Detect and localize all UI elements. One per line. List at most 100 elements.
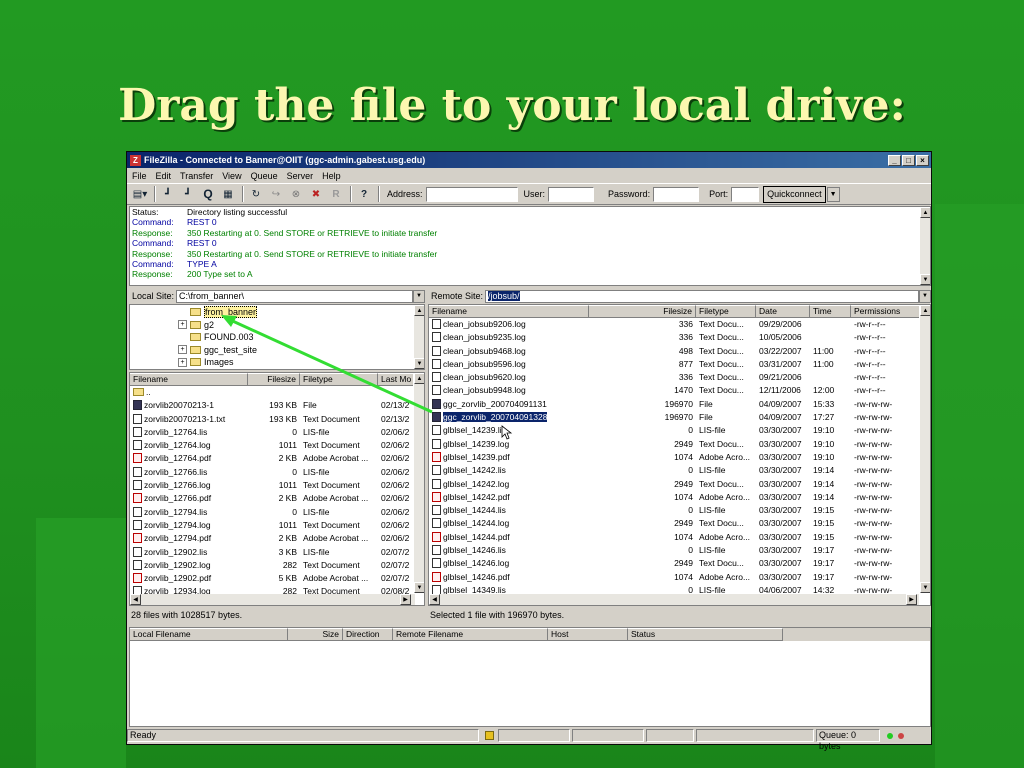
- help-icon[interactable]: ?: [355, 185, 373, 203]
- expand-icon[interactable]: +: [178, 320, 187, 330]
- port-input[interactable]: [731, 186, 760, 202]
- scroll-right-icon[interactable]: ▶: [400, 594, 411, 605]
- minimize-button[interactable]: _: [888, 154, 901, 166]
- column-filetype[interactable]: Filetype: [300, 373, 378, 386]
- maximize-button[interactable]: □: [902, 154, 915, 166]
- tree-item[interactable]: from_banner: [178, 306, 424, 319]
- remote-path-input[interactable]: /jobsub/: [485, 289, 919, 303]
- table-row[interactable]: zorvlib_12766.lis 0 LIS-file 02/06/2: [130, 466, 424, 479]
- column-size[interactable]: Size: [288, 628, 343, 641]
- column-direction[interactable]: Direction: [343, 628, 393, 641]
- table-row[interactable]: clean_jobsub9206.log 336 Text Docu... 09/29…: [429, 318, 930, 331]
- column-date[interactable]: Date: [756, 305, 810, 318]
- local-path-input[interactable]: C:\from_banner\: [176, 289, 413, 303]
- refresh-icon[interactable]: ↻: [247, 185, 265, 203]
- remote-path-dropdown-icon[interactable]: ▼: [919, 289, 931, 303]
- menu-file[interactable]: File: [132, 171, 147, 181]
- tree-item[interactable]: + g2: [178, 319, 424, 332]
- password-input[interactable]: [653, 186, 700, 202]
- toggle-remote-tree-icon[interactable]: ┛: [179, 185, 197, 203]
- scroll-up-icon[interactable]: ▲: [920, 207, 930, 218]
- remote-list-hscrollbar[interactable]: ◀ ▶: [429, 594, 919, 605]
- column-status[interactable]: Status: [628, 628, 783, 641]
- table-row[interactable]: zorvlib_12902.pdf 5 KB Adobe Acrobat ... 02…: [130, 572, 424, 585]
- table-row[interactable]: glblsel_14246.pdf 1074 Adobe Acro... 03/30/…: [429, 571, 930, 584]
- table-row[interactable]: zorvlib20070213-1 193 KB File 02/13/2: [130, 399, 424, 412]
- table-row[interactable]: zorvlib_12794.pdf 2 KB Adobe Acrobat ... 02…: [130, 532, 424, 545]
- table-row[interactable]: glblsel_14244.lis 0 LIS-file 03/30/2007 19:1…: [429, 504, 930, 517]
- table-row[interactable]: clean_jobsub9596.log 877 Text Docu... 03/31…: [429, 358, 930, 371]
- scroll-down-icon[interactable]: ▼: [414, 358, 424, 369]
- menu-edit[interactable]: Edit: [156, 171, 172, 181]
- table-row[interactable]: zorvlib_12794.log 1011 Text Document 02/06/…: [130, 519, 424, 532]
- local-list-scrollbar[interactable]: ▲ ▼: [413, 373, 424, 593]
- column-filename[interactable]: Filename: [130, 373, 248, 386]
- column-filetype[interactable]: Filetype: [696, 305, 756, 318]
- table-row[interactable]: glblsel_14239.log 2949 Text Docu... 03/30/2…: [429, 438, 930, 451]
- user-input[interactable]: [548, 186, 595, 202]
- expand-icon[interactable]: +: [178, 357, 187, 367]
- table-row[interactable]: zorvlib20070213-1.txt 193 KB Text Document…: [130, 413, 424, 426]
- tree-item[interactable]: + ggc_test_site: [178, 344, 424, 357]
- scroll-right-icon[interactable]: ▶: [906, 594, 917, 605]
- reconnect-icon[interactable]: R: [327, 185, 345, 203]
- column-time[interactable]: Time: [810, 305, 851, 318]
- table-row[interactable]: glblsel_14239.lis 0 LIS-file 03/30/2007 19:1…: [429, 424, 930, 437]
- column-permissions[interactable]: Permissions: [851, 305, 921, 318]
- menu-server[interactable]: Server: [287, 171, 314, 181]
- process-queue-icon[interactable]: ↪: [267, 185, 285, 203]
- table-row[interactable]: zorvlib_12764.lis 0 LIS-file 02/06/2: [130, 426, 424, 439]
- table-row[interactable]: glblsel_14242.lis 0 LIS-file 03/30/2007 19:1…: [429, 464, 930, 477]
- table-row[interactable]: zorvlib_12902.log 282 Text Document 02/07/2: [130, 559, 424, 572]
- column-filesize[interactable]: Filesize: [589, 305, 696, 318]
- scroll-down-icon[interactable]: ▼: [414, 582, 424, 593]
- quickconnect-button[interactable]: Quickconnect: [763, 185, 826, 203]
- scroll-down-icon[interactable]: ▼: [920, 274, 930, 285]
- disconnect-icon[interactable]: ✖: [307, 185, 325, 203]
- column-local-filename[interactable]: Local Filename: [130, 628, 288, 641]
- table-row[interactable]: glblsel_14239.pdf 1074 Adobe Acro... 03/30/…: [429, 451, 930, 464]
- remote-list-scrollbar[interactable]: ▲ ▼: [919, 305, 930, 593]
- scroll-left-icon[interactable]: ◀: [429, 594, 440, 605]
- column-filename[interactable]: Filename: [429, 305, 589, 318]
- cancel-icon[interactable]: ⊗: [287, 185, 305, 203]
- table-row[interactable]: glblsel_14244.log 2949 Text Docu... 03/30/2…: [429, 517, 930, 530]
- expand-icon[interactable]: +: [178, 345, 187, 355]
- table-row[interactable]: zorvlib_12764.pdf 2 KB Adobe Acrobat ... 02…: [130, 452, 424, 465]
- table-row[interactable]: clean_jobsub9948.log 1470 Text Docu... 12/1…: [429, 384, 930, 397]
- quickconnect-dropdown-icon[interactable]: ▼: [826, 186, 840, 202]
- table-row[interactable]: glblsel_14246.log 2949 Text Docu... 03/30/2…: [429, 557, 930, 570]
- table-row[interactable]: zorvlib_12794.lis 0 LIS-file 02/06/2: [130, 506, 424, 519]
- toggle-local-tree-icon[interactable]: ┛: [159, 185, 177, 203]
- menu-view[interactable]: View: [222, 171, 241, 181]
- address-input[interactable]: [425, 186, 518, 202]
- menu-help[interactable]: Help: [322, 171, 341, 181]
- table-row[interactable]: ..: [130, 386, 424, 399]
- scroll-up-icon[interactable]: ▲: [920, 305, 930, 316]
- table-row[interactable]: clean_jobsub9620.log 336 Text Docu... 09/21…: [429, 371, 930, 384]
- table-row[interactable]: ggc_zorvlib_200704091131 196970 File 04/09/…: [429, 398, 930, 411]
- window-titlebar[interactable]: Z FileZilla - Connected to Banner@OIIT (…: [127, 152, 931, 168]
- column-filesize[interactable]: Filesize: [248, 373, 300, 386]
- local-tree-scrollbar[interactable]: ▲ ▼: [413, 305, 424, 369]
- table-row[interactable]: clean_jobsub9468.log 498 Text Docu... 03/22…: [429, 345, 930, 358]
- scroll-up-icon[interactable]: ▲: [414, 373, 424, 384]
- table-row[interactable]: zorvlib_12766.log 1011 Text Document 02/06/…: [130, 479, 424, 492]
- table-row[interactable]: glblsel_14244.pdf 1074 Adobe Acro... 03/30/…: [429, 531, 930, 544]
- table-row[interactable]: glblsel_14242.pdf 1074 Adobe Acro... 03/30/…: [429, 491, 930, 504]
- scroll-down-icon[interactable]: ▼: [920, 582, 930, 593]
- table-row[interactable]: ggc_zorvlib_200704091328 196970 File 04/09/…: [429, 411, 930, 424]
- table-row[interactable]: glblsel_14242.log 2949 Text Docu... 03/30/2…: [429, 478, 930, 491]
- column-last-modified[interactable]: Last Mo: [378, 373, 415, 386]
- table-row[interactable]: zorvlib_12766.pdf 2 KB Adobe Acrobat ... 02…: [130, 492, 424, 505]
- toggle-log-icon[interactable]: ▦: [219, 185, 237, 203]
- scroll-up-icon[interactable]: ▲: [414, 305, 424, 316]
- table-row[interactable]: zorvlib_12764.log 1011 Text Document 02/06/…: [130, 439, 424, 452]
- menu-queue[interactable]: Queue: [251, 171, 278, 181]
- close-button[interactable]: ×: [916, 154, 929, 166]
- menu-transfer[interactable]: Transfer: [180, 171, 213, 181]
- tree-item[interactable]: + Images: [178, 356, 424, 369]
- table-row[interactable]: zorvlib_12902.lis 3 KB LIS-file 02/07/2: [130, 546, 424, 559]
- column-host[interactable]: Host: [548, 628, 628, 641]
- site-manager-icon[interactable]: ▤▾: [131, 185, 149, 203]
